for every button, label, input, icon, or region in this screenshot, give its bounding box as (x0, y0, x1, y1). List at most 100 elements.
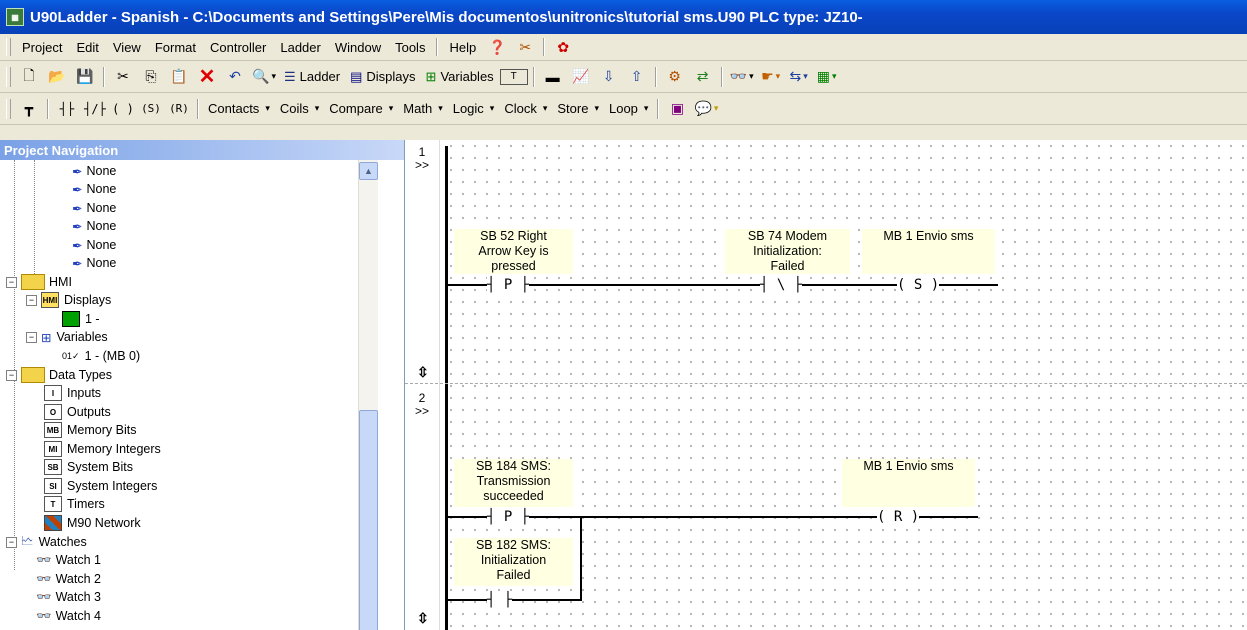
collapse-icon[interactable]: − (6, 276, 17, 288)
no-contact-icon[interactable]: ┤├ (54, 97, 80, 121)
nav-scrollbar[interactable]: ▲ (358, 160, 378, 630)
open-folder-icon[interactable]: 📂 (44, 65, 70, 89)
menu-ladder[interactable]: Ladder (273, 40, 327, 55)
tree-item-system-bits[interactable]: SB System Bits (44, 458, 133, 476)
scroll-up-icon[interactable]: ▲ (359, 162, 378, 180)
rail-icon[interactable]: ┳ (16, 97, 42, 121)
menu-tools[interactable]: Tools (388, 40, 432, 55)
save-icon[interactable]: 💾 (72, 65, 98, 89)
tree-item-system-integers[interactable]: SI System Integers (44, 477, 157, 495)
tree-item-timers[interactable]: T Timers (44, 495, 105, 513)
rung-2-resize-icon[interactable]: ⇳ (417, 610, 429, 627)
coil-icon[interactable]: ( ) (110, 97, 136, 121)
ladder-editor[interactable]: 1 >> ⇳ SB 52 Right Arrow Key is pressed SB … (405, 140, 1247, 630)
delete-icon[interactable]: ✕ (194, 65, 220, 89)
menu-controller[interactable]: Controller (203, 40, 273, 55)
ladder-button[interactable]: ☰ Ladder (280, 65, 344, 89)
tree-item-none[interactable]: ✒ None (72, 254, 116, 272)
menu-format[interactable]: Format (148, 40, 203, 55)
rung-2-coil-label[interactable]: MB 1 Envio sms (842, 459, 975, 507)
tree-item-none[interactable]: ✒ None (72, 162, 116, 180)
menu-window[interactable]: Window (328, 40, 388, 55)
tree-item-none[interactable]: ✒ None (72, 199, 116, 217)
tree-item-inputs[interactable]: I Inputs (44, 384, 101, 402)
clock-menu[interactable]: Clock ▾ (500, 97, 551, 121)
rung-2-contact-2-label[interactable]: SB 182 SMS: Initialization Failed (454, 538, 573, 586)
connect-icon[interactable]: ⇄ (690, 65, 716, 89)
rung-2-no-contact[interactable]: ┤ ├ (487, 592, 513, 608)
comment-icon[interactable]: 💬 ▾ (692, 97, 720, 121)
tools-icon[interactable]: ✂ (512, 35, 538, 59)
plc-icon[interactable]: ▬ (540, 65, 566, 89)
tree-item-watch-1[interactable]: 👓 Watch 1 (36, 551, 101, 569)
menu-view[interactable]: View (106, 40, 148, 55)
tree-item-watch-4[interactable]: 👓 Watch 4 (36, 607, 101, 625)
tree-item-display-1[interactable]: 1 - (62, 310, 100, 328)
tree-node-hmi[interactable]: − HMI (6, 273, 72, 291)
tree-node-variables[interactable]: − ⊞ Variables (26, 328, 108, 346)
math-menu[interactable]: Math ▾ (399, 97, 446, 121)
nc-contact-icon[interactable]: ┤/├ (82, 97, 108, 121)
collapse-icon[interactable]: − (26, 294, 37, 306)
comm-icon[interactable]: ⇆ ▾ (786, 65, 812, 89)
logic-menu[interactable]: Logic ▾ (449, 97, 499, 121)
coils-menu[interactable]: Coils ▾ (276, 97, 323, 121)
tree-item-none[interactable]: ✒ None (72, 180, 116, 198)
watch-glasses-icon[interactable]: 👓 ▾ (728, 65, 756, 89)
undo-icon[interactable]: ↶ (222, 65, 248, 89)
variables-button[interactable]: ⊞ Variables (422, 65, 498, 89)
rung-1-nc-contact[interactable]: ┤ \ ├ (760, 277, 803, 293)
tree-item-outputs[interactable]: O Outputs (44, 403, 111, 421)
tree-item-none[interactable]: ✒ None (72, 236, 116, 254)
set-coil-icon[interactable]: (S) (138, 97, 164, 121)
text-icon[interactable]: T (499, 68, 528, 85)
collapse-icon[interactable]: − (6, 369, 17, 381)
force-icon[interactable]: ☛ ▾ (758, 65, 784, 89)
tree-item-watch-3[interactable]: 👓 Watch 3 (36, 588, 101, 606)
rung-2-contact-1-label[interactable]: SB 184 SMS: Transmission succeeded (454, 459, 573, 507)
tree-item-m90-network[interactable]: M90 Network (44, 514, 141, 532)
copy-icon[interactable]: ⎘ (138, 65, 164, 89)
new-file-icon[interactable]: 🗋 (16, 65, 42, 89)
contacts-menu[interactable]: Contacts ▾ (204, 97, 274, 121)
tree-item-none[interactable]: ✒ None (72, 217, 116, 235)
rung-1-positive-transition-contact[interactable]: ┤ P ├ (487, 277, 530, 293)
loop-menu[interactable]: Loop ▾ (605, 97, 652, 121)
tree-node-data-types[interactable]: − Data Types (6, 366, 112, 384)
rung-1-contact-2-label[interactable]: SB 74 Modem Initialization: Failed (725, 229, 850, 274)
function-block-icon[interactable]: ▣ (664, 97, 690, 121)
variables-icon: ⊞ (425, 68, 437, 84)
tree-item-memory-bits[interactable]: MB Memory Bits (44, 421, 136, 439)
menu-project[interactable]: Project (15, 40, 69, 55)
reset-coil-icon[interactable]: (R) (166, 97, 192, 121)
network-icon[interactable]: ▦ ▾ (814, 65, 840, 89)
rung-1-contact-1-label[interactable]: SB 52 Right Arrow Key is pressed (454, 229, 573, 274)
collapse-icon[interactable]: − (6, 536, 17, 548)
unitronics-logo-icon[interactable]: ✿ (550, 35, 576, 59)
tree-item-memory-integers[interactable]: MI Memory Integers (44, 440, 161, 458)
tree-node-displays[interactable]: − HMI Displays (26, 291, 111, 309)
rung-2-reset-coil[interactable]: ( R ) (877, 509, 920, 525)
online-icon[interactable]: ⚙ (662, 65, 688, 89)
scroll-thumb[interactable] (359, 410, 378, 630)
menu-edit[interactable]: Edit (69, 40, 105, 55)
paste-icon[interactable]: 📋 (166, 65, 192, 89)
rung-1-resize-icon[interactable]: ⇳ (417, 364, 429, 381)
rung-2-positive-transition-contact[interactable]: ┤ P ├ (487, 509, 530, 525)
tree-item-watch-2[interactable]: 👓 Watch 2 (36, 570, 101, 588)
menu-help[interactable]: Help (442, 40, 483, 55)
rung-1-coil-label[interactable]: MB 1 Envio sms (862, 229, 995, 274)
tree-item-variable-1[interactable]: 01✓ 1 - (MB 0) (62, 347, 140, 365)
upload-icon[interactable]: ⇧ (624, 65, 650, 89)
cut-icon[interactable]: ✂ (110, 65, 136, 89)
store-menu[interactable]: Store ▾ (553, 97, 603, 121)
tree-node-watches[interactable]: − 🗠 Watches (6, 533, 87, 551)
compare-menu[interactable]: Compare ▾ (325, 97, 397, 121)
download-icon[interactable]: ⇩ (596, 65, 622, 89)
help-pointer-icon[interactable]: ❓ (484, 35, 510, 59)
find-icon[interactable]: 🔍 ▾ (250, 65, 278, 89)
trend-icon[interactable]: 📈 (568, 65, 594, 89)
displays-button[interactable]: ▤ Displays (346, 65, 419, 89)
collapse-icon[interactable]: − (26, 331, 37, 343)
rung-1-set-coil[interactable]: ( S ) (897, 277, 940, 293)
